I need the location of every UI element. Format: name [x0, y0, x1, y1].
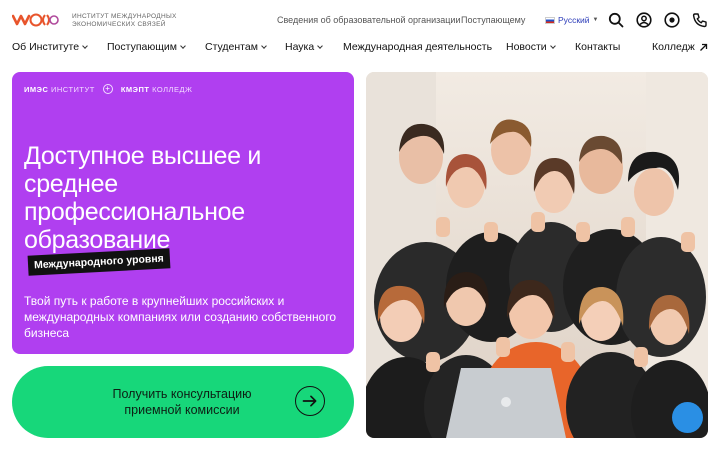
plus-icon: +: [102, 84, 113, 94]
nav-item-students[interactable]: Студентам: [205, 41, 267, 53]
top-bar: ИНСТИТУТ МЕЖДУНАРОДНЫХ ЭКОНОМИЧЕСКИХ СВЯ…: [0, 0, 720, 40]
nav-item-college[interactable]: Колледж: [652, 41, 708, 53]
search-icon[interactable]: [608, 12, 624, 28]
nav-item-label: Контакты: [575, 41, 621, 53]
chevron-down-icon: [549, 42, 556, 49]
accessibility-eye-icon[interactable]: [664, 12, 680, 28]
consultation-button[interactable]: Получить консультацию приемной комиссии: [12, 366, 354, 438]
students-photo: [366, 72, 708, 438]
nav-item-label: Новости: [506, 41, 547, 53]
nav-item-label: Колледж: [652, 41, 695, 53]
nav-item-label: Студентам: [205, 41, 258, 53]
hero-title: Доступное высшее и среднее профессиональ…: [24, 142, 262, 254]
language-selector[interactable]: Русский ▼: [545, 15, 599, 25]
phone-icon[interactable]: [692, 12, 708, 28]
brand-institute[interactable]: ИМЭС ИНСТИТУТ: [24, 85, 95, 94]
applicant-link[interactable]: Поступающему: [461, 15, 525, 25]
chat-widget-icon[interactable]: [672, 402, 703, 433]
nav-item-label: Об Институте: [12, 41, 80, 53]
chevron-down-icon: [317, 42, 324, 49]
account-icon[interactable]: [636, 12, 652, 28]
main-nav: Об Институте Поступающим Студентам Наука…: [0, 38, 720, 58]
nav-item-applicants[interactable]: Поступающим: [107, 41, 186, 53]
consultation-button-label: Получить консультацию приемной комиссии: [112, 387, 252, 417]
hero-card: ИМЭС ИНСТИТУТ + КМЭПТ КОЛЛЕДЖ Доступное …: [12, 72, 354, 354]
language-label: Русский: [558, 15, 590, 25]
nav-item-news[interactable]: Новости: [506, 41, 556, 53]
org-info-link[interactable]: Сведения об образовательной организации: [277, 15, 460, 25]
external-arrow-icon: [699, 43, 707, 51]
hero-subtitle: Твой путь к работе в крупнейших российск…: [24, 294, 337, 340]
caret-down-icon: ▼: [592, 17, 599, 23]
chevron-down-icon: [82, 42, 88, 49]
nav-item-label: Наука: [285, 41, 315, 53]
nav-item-science[interactable]: Наука: [285, 41, 324, 53]
chevron-down-icon: [261, 42, 267, 49]
logo-text: ИНСТИТУТ МЕЖДУНАРОДНЫХ ЭКОНОМИЧЕСКИХ СВЯ…: [72, 13, 177, 28]
russia-flag-icon: [545, 16, 555, 24]
nav-item-international[interactable]: Международная деятельность: [343, 41, 492, 53]
hero-brands: ИМЭС ИНСТИТУТ + КМЭПТ КОЛЛЕДЖ: [24, 84, 192, 94]
nav-item-contacts[interactable]: Контакты: [575, 41, 620, 53]
brand-college[interactable]: КМЭПТ КОЛЛЕДЖ: [121, 85, 193, 94]
logo-icon[interactable]: [12, 10, 60, 30]
nav-item-label: Поступающим: [107, 41, 177, 53]
nav-item-label: Международная деятельность: [343, 41, 493, 53]
arrow-right-icon: [295, 386, 325, 416]
nav-item-about[interactable]: Об Институте: [12, 41, 88, 53]
group-students-photo: [366, 72, 708, 438]
chevron-down-icon: [180, 42, 186, 49]
